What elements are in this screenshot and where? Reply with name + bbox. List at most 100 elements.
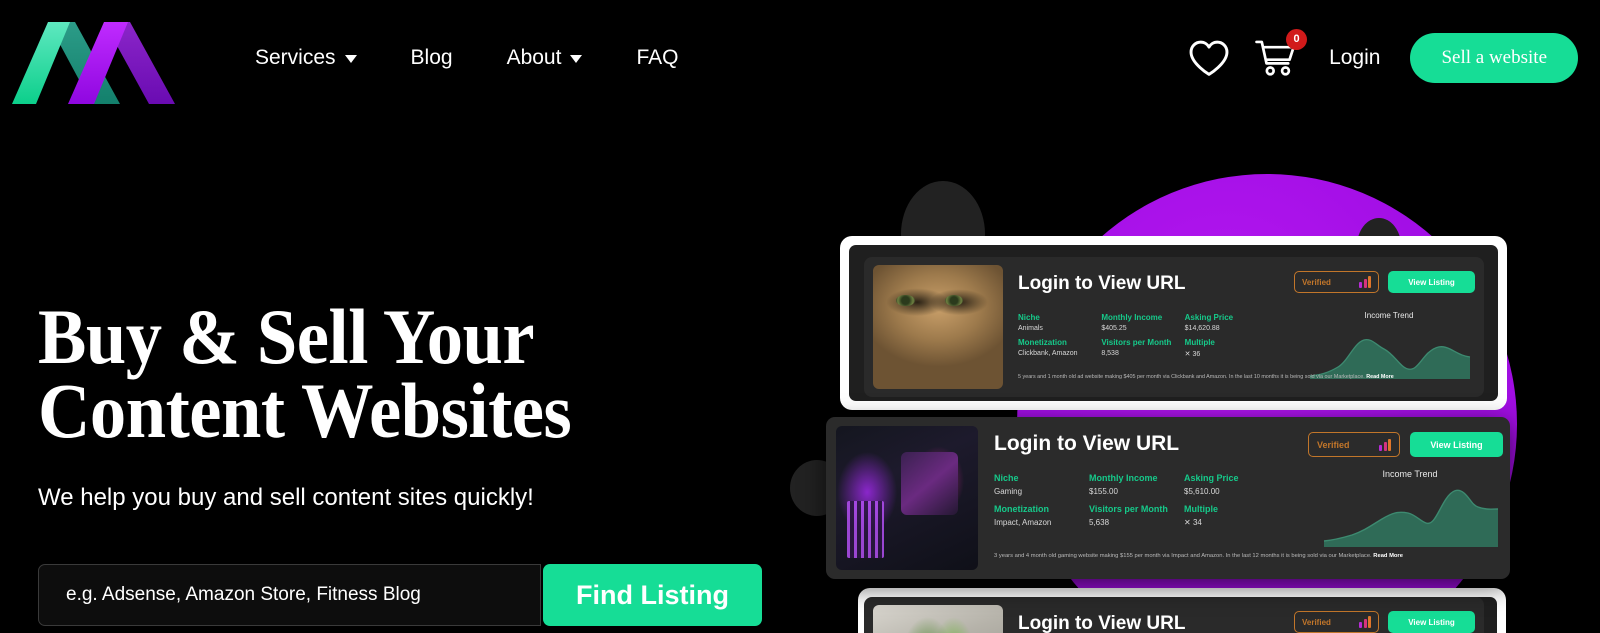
nav-label: About [506, 45, 562, 69]
listing-title[interactable]: Login to View URL [1018, 273, 1185, 295]
stat-monetization: Monetization Clickbank, Amazon [1018, 338, 1101, 358]
listing-stats: Niche Gaming Monthly Income $155.00 Aski… [994, 473, 1279, 527]
stat-value: 5,638 [1089, 518, 1110, 527]
stat-asking-price: Asking Price $5,610.00 [1184, 473, 1279, 496]
hero-subtitle: We help you buy and sell content sites q… [38, 484, 534, 512]
listing-body: Login to View URL Verified View Listing … [1014, 269, 1476, 389]
site-header: Services Blog About FAQ 0 Login Sell a w… [0, 0, 1600, 115]
nav-label: FAQ [636, 45, 679, 69]
nav-label: Blog [410, 45, 453, 69]
stat-label: Asking Price [1184, 473, 1239, 483]
nav-item-blog[interactable]: Blog [384, 46, 480, 70]
multiple-value: 34 [1192, 518, 1202, 527]
listing-card[interactable]: Login to View URL Verified View Listing … [826, 417, 1510, 579]
brand-logo[interactable] [12, 12, 180, 104]
trend-area-chart [1323, 489, 1499, 547]
chevron-down-icon [344, 55, 357, 63]
main-nav: Services Blog About FAQ [228, 46, 705, 70]
stat-value: Clickbank, Amazon [1018, 350, 1078, 357]
stat-label: Multiple [1184, 504, 1218, 514]
bar-chart-icon [1359, 616, 1371, 628]
listing-thumbnail [873, 605, 1003, 633]
stat-label: Monetization [1018, 338, 1067, 347]
bar-chart-icon [1379, 438, 1391, 451]
listing-card[interactable]: Login to View URL Verified View Listing [864, 597, 1484, 633]
stat-visitors: Visitors per Month 5,638 [1089, 504, 1184, 527]
stat-label: Monthly Income [1089, 473, 1158, 483]
chart-title: Income Trend [1364, 311, 1414, 320]
stat-value: $405.25 [1101, 325, 1127, 332]
verified-label: Verified [1302, 617, 1331, 627]
heart-icon [1189, 40, 1229, 76]
stat-multiple: Multiple ✕ 36 [1185, 338, 1268, 358]
sell-a-website-button[interactable]: Sell a website [1410, 32, 1578, 83]
stat-label: Monetization [994, 504, 1049, 514]
stat-asking-price: Asking Price $14,620.88 [1185, 313, 1268, 332]
listing-thumbnail [873, 265, 1003, 389]
stat-label: Asking Price [1184, 313, 1234, 322]
verified-badge[interactable]: Verified [1308, 432, 1400, 457]
description-text: 5 years and 1 month old ad website makin… [1018, 374, 1365, 380]
nav-item-services[interactable]: Services [228, 46, 384, 70]
listing-title[interactable]: Login to View URL [994, 432, 1179, 456]
nav-label: Services [255, 45, 336, 69]
chevron-down-icon [570, 55, 583, 63]
listing-title[interactable]: Login to View URL [1018, 613, 1185, 633]
cart-count-badge: 0 [1286, 28, 1308, 50]
page-title: Buy & Sell Your Content Websites [38, 298, 745, 450]
view-listing-button[interactable]: View Listing [1388, 611, 1475, 633]
description-text: 3 years and 4 month old gaming website m… [994, 553, 1372, 559]
header-actions: 0 Login Sell a website [1187, 28, 1578, 83]
stat-label: Visitors per Month [1101, 338, 1172, 347]
stat-value: Impact, Amazon [994, 518, 1052, 527]
stat-monthly-income: Monthly Income $155.00 [1089, 473, 1184, 496]
multiply-icon: ✕ [1184, 351, 1191, 358]
chart-title: Income Trend [1382, 469, 1438, 479]
stat-value: Animals [1018, 325, 1043, 332]
login-link[interactable]: Login [1329, 46, 1380, 70]
cart-button[interactable]: 0 [1253, 28, 1308, 81]
stat-multiple: Multiple ✕ 34 [1184, 504, 1279, 527]
stat-label: Monthly Income [1101, 313, 1163, 322]
listing-body: Login to View URL Verified View Listing … [990, 429, 1503, 569]
stat-label: Visitors per Month [1089, 504, 1168, 514]
view-listing-button[interactable]: View Listing [1388, 271, 1475, 293]
stat-value: ✕ 34 [1184, 518, 1279, 527]
listing-stats: Niche Animals Monthly Income $405.25 Ask… [1018, 313, 1268, 358]
multiple-value: 36 [1192, 351, 1201, 358]
stat-monthly-income: Monthly Income $405.25 [1101, 313, 1184, 332]
listing-description: 5 years and 1 month old ad website makin… [1018, 374, 1473, 381]
verified-badge[interactable]: Verified [1294, 611, 1379, 633]
nav-item-about[interactable]: About [480, 46, 610, 70]
stat-label: Multiple [1184, 338, 1215, 347]
find-listing-button[interactable]: Find Listing [543, 564, 762, 627]
multiply-icon: ✕ [1184, 518, 1191, 527]
stat-value: ✕ 36 [1185, 350, 1268, 358]
verified-badge[interactable]: Verified [1294, 271, 1379, 293]
stat-niche: Niche Gaming [994, 473, 1089, 496]
stat-value: $5,610.00 [1184, 487, 1220, 496]
stat-value: $155.00 [1089, 487, 1118, 496]
stat-monetization: Monetization Impact, Amazon [994, 504, 1089, 527]
view-listing-button[interactable]: View Listing [1410, 432, 1503, 457]
wishlist-button[interactable] [1187, 36, 1231, 80]
listing-thumbnail [836, 426, 978, 570]
listing-description: 3 years and 4 month old gaming website m… [994, 553, 1500, 560]
listing-card[interactable]: Login to View URL Verified View Listing … [864, 257, 1484, 397]
stat-niche: Niche Animals [1018, 313, 1101, 332]
read-more-link[interactable]: Read More [1373, 553, 1403, 559]
stat-value: $14,620.88 [1184, 325, 1220, 332]
page-root: Services Blog About FAQ 0 Login Sell a w… [0, 0, 1600, 633]
logo-m-icon [12, 21, 175, 104]
search-input[interactable] [38, 564, 541, 627]
stat-value: Gaming [994, 487, 1023, 496]
income-trend-chart: Income Trend [1320, 469, 1500, 549]
stat-label: Niche [994, 473, 1019, 483]
nav-item-faq[interactable]: FAQ [609, 46, 705, 70]
listing-body: Login to View URL Verified View Listing [1014, 609, 1476, 633]
income-trend-chart: Income Trend [1304, 311, 1474, 381]
read-more-link[interactable]: Read More [1366, 374, 1394, 380]
bar-chart-icon [1359, 276, 1371, 288]
stat-visitors: Visitors per Month 8,538 [1101, 338, 1184, 358]
search-row: Find Listing [38, 564, 798, 627]
